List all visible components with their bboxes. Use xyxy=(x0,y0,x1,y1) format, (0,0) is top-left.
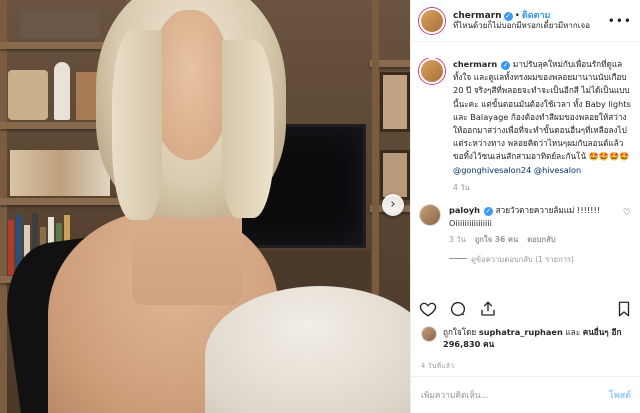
post-photo[interactable]: › xyxy=(0,0,410,413)
avatar[interactable] xyxy=(419,58,445,84)
caption-tags[interactable]: @gonghivesalon24 @hivesalon xyxy=(453,165,581,175)
comment-username[interactable]: paloyh xyxy=(449,205,480,215)
comment-body: paloyh ✓ สวยวัวตายควายล้มแม่ !!!!!!! Oiii… xyxy=(449,204,619,266)
avatar[interactable] xyxy=(419,7,445,34)
likes-text: ถูกใจโดย suphatra_ruphaen และ คนอื่นๆ อี… xyxy=(443,326,633,350)
caption-time: 4 วัน xyxy=(453,182,470,192)
more-icon[interactable]: ••• xyxy=(608,14,632,28)
comment-input[interactable] xyxy=(421,390,609,400)
hair-strand xyxy=(222,40,274,218)
verified-icon: ✓ xyxy=(503,11,513,21)
face xyxy=(150,10,230,160)
next-arrow-icon[interactable]: › xyxy=(382,194,404,216)
action-bar xyxy=(419,300,633,318)
heart-icon[interactable] xyxy=(419,300,437,318)
comment-icon[interactable] xyxy=(449,300,467,318)
liker-username[interactable]: suphatra_ruphaen xyxy=(479,327,563,337)
comment-reply-button[interactable]: ตอบกลับ xyxy=(527,235,555,244)
post-comment-button[interactable]: โพสต์ xyxy=(609,388,631,402)
share-icon[interactable] xyxy=(479,300,497,318)
caption-body: chermarn ✓ มาปรับลุคใหม่กับเพื่อนรักที่ดู… xyxy=(453,58,631,194)
verified-icon: ✓ xyxy=(501,61,511,70)
likes-summary: ถูกใจโดย suphatra_ruphaen และ คนอื่นๆ อี… xyxy=(421,326,633,350)
decor-vase xyxy=(54,62,70,120)
likes-prefix: ถูกใจโดย xyxy=(443,327,477,337)
comment-likes[interactable]: ถูกใจ 36 คน xyxy=(475,235,518,244)
hair-strand xyxy=(112,30,162,220)
follow-button[interactable]: ติดตาม xyxy=(522,11,551,21)
comments-list[interactable]: chermarn ✓ มาปรับลุคใหม่กับเพื่อนรักที่ดู… xyxy=(411,58,640,288)
decor-figurines xyxy=(10,150,110,196)
caption-text: มาปรับลุคใหม่กับเพื่อนรักที่ดูแลทั้งใจ แ… xyxy=(453,59,631,162)
post-header: chermarn ✓ • ติดตาม ที่ไหนด้วยก็ไม่บอกมีหรอ… xyxy=(411,0,640,42)
comment-heart-icon[interactable]: ♡ xyxy=(623,208,631,266)
location-subtitle[interactable]: ที่ไหนด้วยก็ไม่บอกมีหรอกเดี๋ยวมีหากเจอ xyxy=(453,21,590,30)
separator-dot: • xyxy=(514,10,520,21)
verified-icon: ✓ xyxy=(483,207,493,217)
caption-username[interactable]: chermarn xyxy=(453,59,497,69)
author-username[interactable]: chermarn xyxy=(453,11,502,21)
header-text: chermarn ✓ • ติดตาม ที่ไหนด้วยก็ไม่บอกมีหรอ… xyxy=(453,11,590,31)
picture-frame xyxy=(380,150,410,200)
post-date: 4 วันที่แล้ว xyxy=(421,362,455,370)
picture-frame xyxy=(380,72,410,132)
comment-item: paloyh ✓ สวยวัวตายควายล้มแม่ !!!!!!! Oiii… xyxy=(419,204,631,266)
shelf xyxy=(0,198,120,205)
liker-avatar[interactable] xyxy=(421,326,437,342)
decor-object xyxy=(20,10,100,38)
likes-and: และ xyxy=(565,327,581,337)
comment-time: 3 วัน xyxy=(449,235,466,245)
caption: chermarn ✓ มาปรับลุคใหม่กับเพื่อนรักที่ดู… xyxy=(419,58,631,194)
comment-meta: 3 วัน ถูกใจ 36 คน ตอบกลับ xyxy=(449,233,619,246)
add-comment-bar: โพสต์ xyxy=(411,376,640,413)
post-panel: chermarn ✓ • ติดตาม ที่ไหนด้วยก็ไม่บอกมีหรอ… xyxy=(410,0,640,413)
decor-object xyxy=(8,70,48,120)
bookmark-icon[interactable] xyxy=(615,300,633,318)
avatar[interactable] xyxy=(419,204,441,227)
view-replies-link[interactable]: ดูข้อความตอบกลับ (1 รายการ) xyxy=(449,253,619,266)
